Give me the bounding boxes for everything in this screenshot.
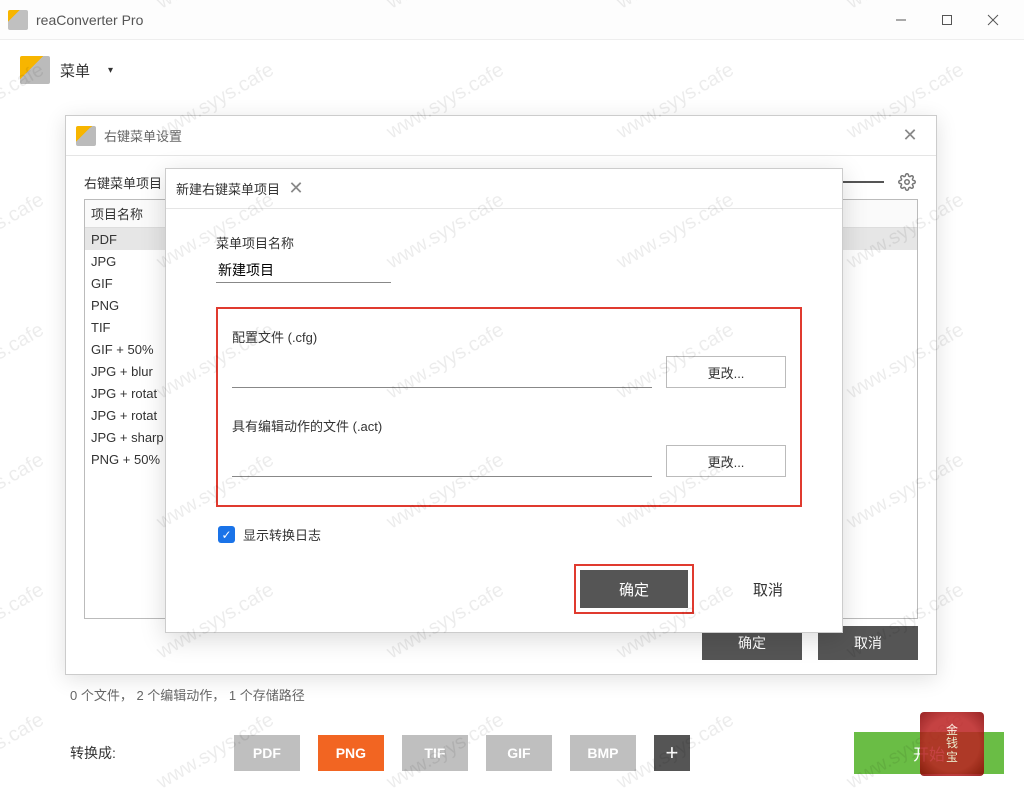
dialog2-cancel-button[interactable]: 取消 xyxy=(714,570,822,608)
gear-icon[interactable] xyxy=(896,171,918,193)
dialog1-close-button[interactable]: ✕ xyxy=(894,120,926,152)
show-log-label: 显示转换日志 xyxy=(243,525,321,544)
menu-button[interactable]: 菜单 xyxy=(60,60,90,81)
cfg-label: 配置文件 (.cfg) xyxy=(232,327,786,346)
name-input[interactable] xyxy=(216,258,391,283)
dialog1-title: 右键菜单设置 xyxy=(104,126,894,145)
convert-label: 转换成: xyxy=(70,743,116,763)
dialog1-icon xyxy=(76,126,96,146)
app-title: reaConverter Pro xyxy=(36,12,878,28)
dialog1-titlebar: 右键菜单设置 ✕ xyxy=(66,116,936,156)
chevron-down-icon: ▾ xyxy=(108,65,113,76)
add-format-button[interactable]: + xyxy=(654,735,690,771)
show-log-checkbox[interactable]: ✓ 显示转换日志 xyxy=(218,525,802,544)
dialog1-subheading: 右键菜单项目 xyxy=(84,173,162,192)
act-input[interactable] xyxy=(232,449,652,477)
dialog2-titlebar: 新建右键菜单项目 ✕ xyxy=(166,169,842,209)
new-menu-item-dialog: 新建右键菜单项目 ✕ 菜单项目名称 配置文件 (.cfg) 更改... 具有编辑… xyxy=(165,168,843,633)
main-titlebar: reaConverter Pro xyxy=(0,0,1024,40)
format-pdf[interactable]: PDF xyxy=(234,735,300,771)
ok-highlight-frame: 确定 xyxy=(574,564,694,614)
maximize-button[interactable] xyxy=(924,4,970,36)
format-gif[interactable]: GIF xyxy=(486,735,552,771)
menubar: 菜单 ▾ xyxy=(0,40,1024,100)
checkbox-checked-icon: ✓ xyxy=(218,526,235,543)
act-label: 具有编辑动作的文件 (.act) xyxy=(232,416,786,435)
close-button[interactable] xyxy=(970,4,1016,36)
cfg-change-button[interactable]: 更改... xyxy=(666,356,786,388)
format-tif[interactable]: TIF xyxy=(402,735,468,771)
format-bmp[interactable]: BMP xyxy=(570,735,636,771)
dialog2-title: 新建右键菜单项目 xyxy=(176,179,280,198)
app-icon xyxy=(8,10,28,30)
minimize-button[interactable] xyxy=(878,4,924,36)
cfg-input[interactable] xyxy=(232,360,652,388)
highlight-frame: 配置文件 (.cfg) 更改... 具有编辑动作的文件 (.act) 更改... xyxy=(216,307,802,507)
status-text: 0 个文件， 2 个编辑动作， 1 个存储路径 xyxy=(70,685,305,704)
convert-bar: 转换成: PDF PNG TIF GIF BMP + 开始 xyxy=(0,728,1024,778)
name-label: 菜单项目名称 xyxy=(216,233,802,252)
menu-icon xyxy=(20,56,50,84)
dialog2-ok-button[interactable]: 确定 xyxy=(580,570,688,608)
format-png[interactable]: PNG xyxy=(318,735,384,771)
dialog2-close-button[interactable]: ✕ xyxy=(280,173,312,205)
act-change-button[interactable]: 更改... xyxy=(666,445,786,477)
seal-stamp: 金钱宝 xyxy=(920,712,984,776)
